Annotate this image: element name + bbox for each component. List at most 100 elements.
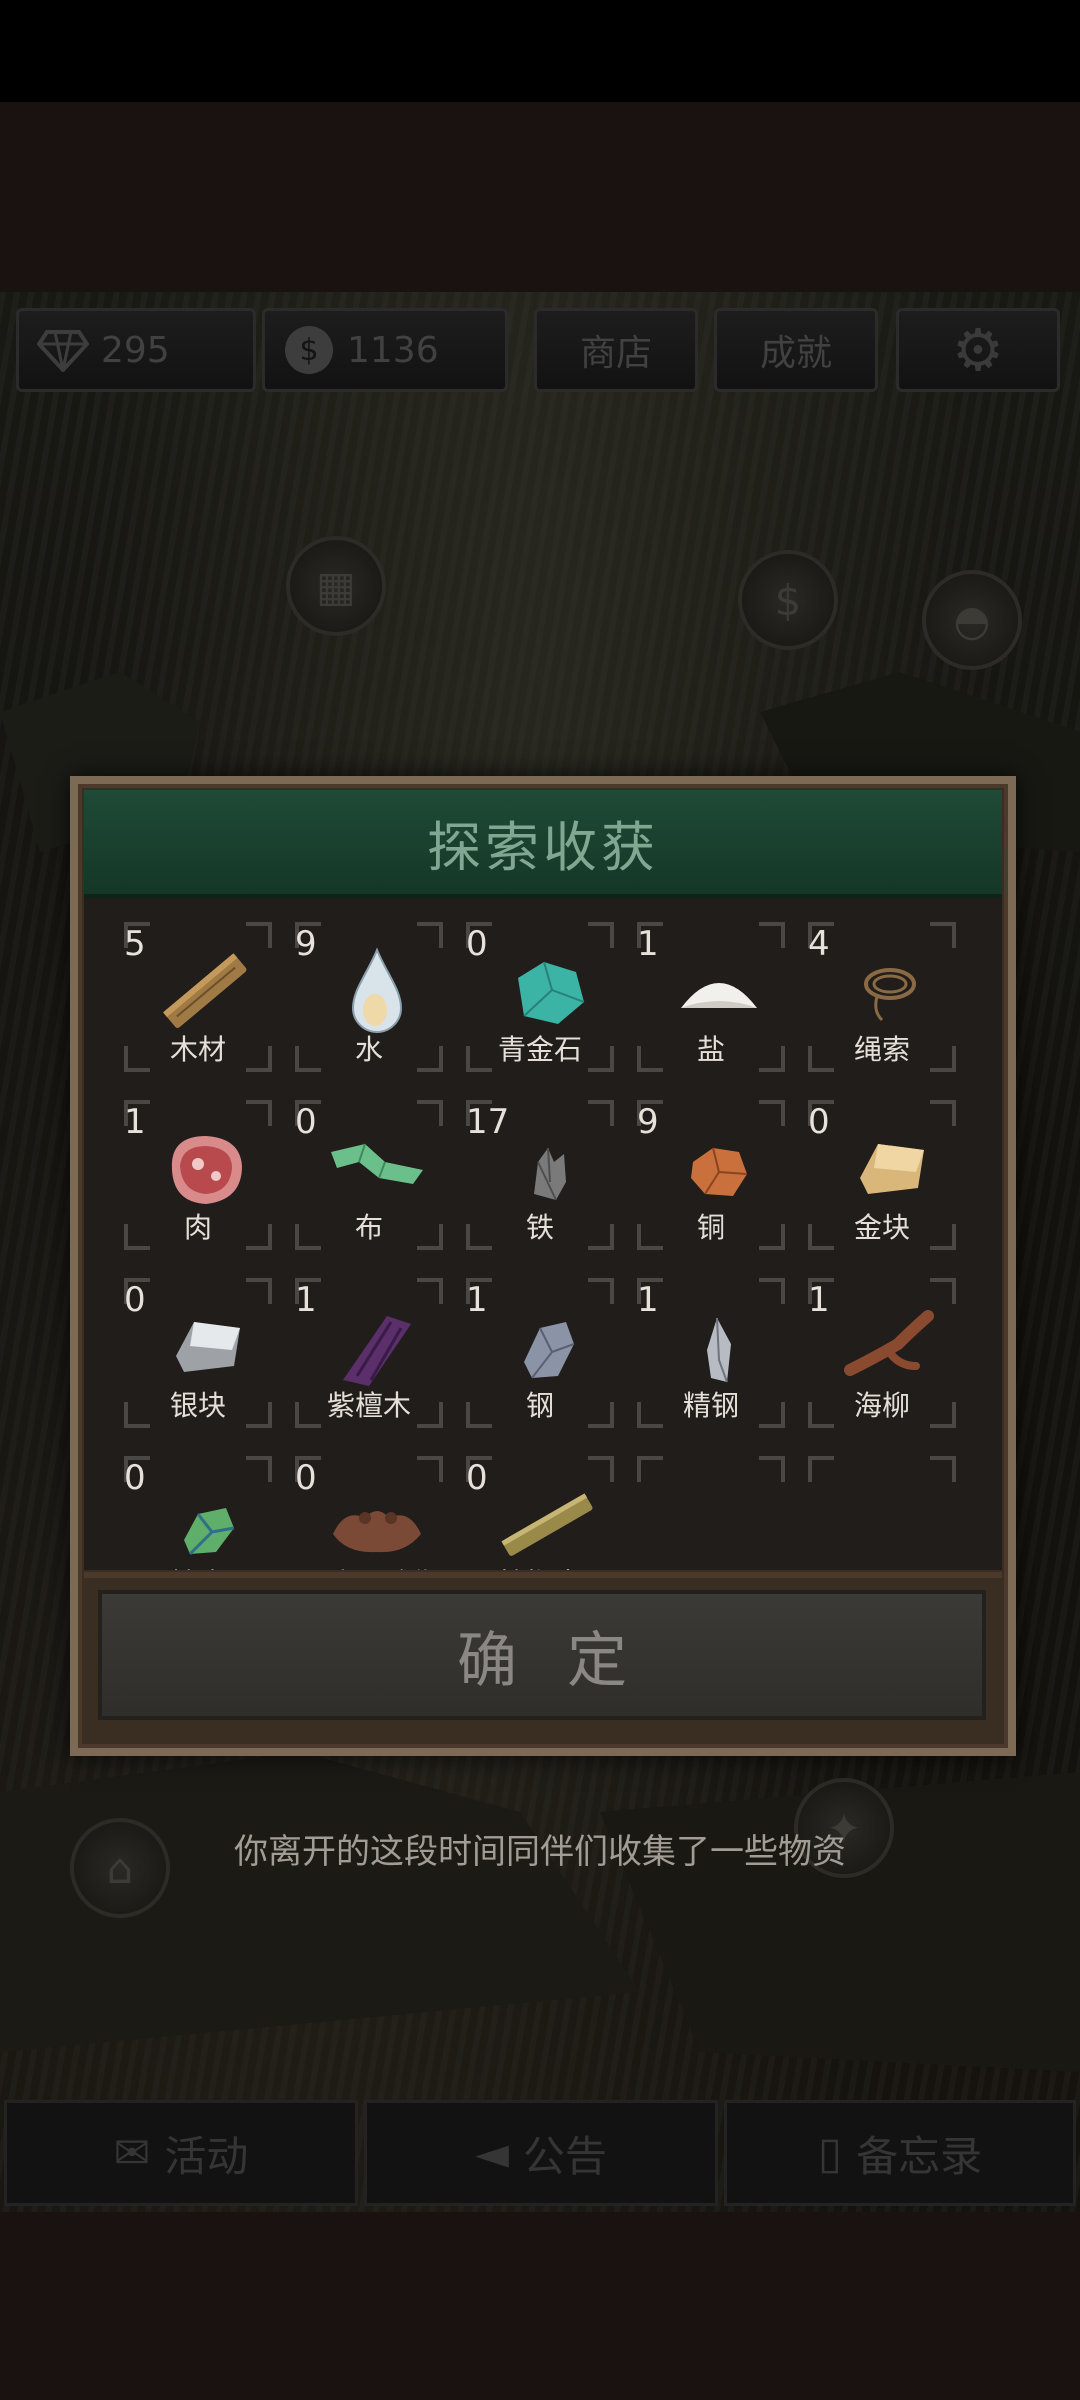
diamond-icon bbox=[33, 320, 93, 380]
rosewood-icon bbox=[343, 1316, 411, 1386]
gold-ingot-icon bbox=[860, 1144, 924, 1194]
achievements-button[interactable]: 成就 bbox=[714, 308, 878, 392]
palm-wood-icon bbox=[501, 1493, 593, 1556]
item-slot[interactable]: 17 铁 bbox=[466, 1100, 614, 1250]
water-drop-icon bbox=[351, 947, 403, 1033]
shop-button[interactable]: 商店 bbox=[534, 308, 698, 392]
item-name: 木材 bbox=[169, 1033, 226, 1066]
item-slot[interactable]: 1 肉 bbox=[124, 1100, 272, 1250]
item-name: 紫檀木 bbox=[326, 1389, 411, 1422]
item-slot[interactable]: 4 绳索 bbox=[808, 922, 956, 1072]
item-slot[interactable]: 1 钢 bbox=[466, 1278, 614, 1428]
item-name: 铁 bbox=[525, 1211, 554, 1244]
item-name: 海柳 bbox=[853, 1389, 910, 1422]
item-slot[interactable]: 0 青金石 bbox=[466, 922, 614, 1072]
diamond-count: 295 bbox=[101, 329, 170, 371]
item-count: 9 bbox=[637, 1102, 659, 1142]
item-count: 0 bbox=[124, 1458, 146, 1498]
copper-ore-icon bbox=[691, 1147, 748, 1196]
backpack-icon: ▦ bbox=[316, 561, 356, 611]
item-count: 5 bbox=[124, 924, 146, 964]
money-bag-icon: $ bbox=[774, 575, 802, 625]
empty-item-slot bbox=[808, 1456, 956, 1570]
item-slot[interactable]: 1 紫檀木 bbox=[295, 1278, 443, 1428]
helmet-button[interactable]: ◓ bbox=[922, 570, 1022, 670]
item-slot[interactable]: 0 双头石雕像 bbox=[295, 1456, 443, 1570]
steel-icon bbox=[524, 1322, 575, 1379]
events-button[interactable]: ✉ 活动 bbox=[4, 2100, 358, 2206]
item-count: 1 bbox=[295, 1280, 317, 1320]
diamond-counter[interactable]: 295 bbox=[16, 308, 256, 392]
notice-button[interactable]: ◄ 公告 bbox=[364, 2100, 718, 2206]
item-name: 绳索 bbox=[853, 1033, 910, 1066]
item-count: 1 bbox=[808, 1280, 830, 1320]
coin-counter[interactable]: $ 1136 bbox=[262, 308, 508, 392]
item-count: 0 bbox=[124, 1280, 146, 1320]
item-slot[interactable]: 0 精金 bbox=[124, 1456, 272, 1570]
sea-willow-icon bbox=[844, 1310, 934, 1376]
item-count: 0 bbox=[295, 1458, 317, 1498]
megaphone-icon: ◄ bbox=[475, 2127, 509, 2179]
dialog-title: 探索收获 bbox=[427, 815, 659, 879]
lapis-stone-icon bbox=[518, 961, 585, 1024]
item-count: 1 bbox=[637, 1280, 659, 1320]
item-slot[interactable]: 0 银块 bbox=[124, 1278, 272, 1428]
achievements-label: 成就 bbox=[759, 333, 832, 374]
gear-icon: ⚙ bbox=[952, 316, 1004, 384]
item-count: 1 bbox=[637, 924, 659, 964]
refined-steel-icon bbox=[707, 1317, 731, 1383]
settings-button[interactable]: ⚙ bbox=[896, 308, 1060, 392]
events-label: 活动 bbox=[164, 2131, 249, 2181]
item-name: 桄榔木 bbox=[446, 1562, 634, 1570]
meat-icon bbox=[171, 1136, 242, 1204]
helmet-icon: ◓ bbox=[953, 595, 991, 645]
iron-ore-icon bbox=[534, 1147, 566, 1201]
fine-gold-gem-icon bbox=[184, 1508, 235, 1556]
confirm-button[interactable]: 确定 bbox=[98, 1590, 986, 1720]
bottom-strip bbox=[0, 2212, 1080, 2400]
item-slot[interactable]: 0 布 bbox=[295, 1100, 443, 1250]
memo-label: 备忘录 bbox=[856, 2131, 983, 2181]
item-slot[interactable]: 5 木材 bbox=[124, 922, 272, 1072]
item-slot[interactable]: 1 精钢 bbox=[637, 1278, 785, 1428]
item-slot[interactable]: 0 金块 bbox=[808, 1100, 956, 1250]
item-name: 双头石雕像 bbox=[275, 1562, 463, 1570]
items-grid[interactable]: 5 木材 9 水 0 青金石 1 盐 4 绳索 1 肉 0 布 17 铁 9 铜… bbox=[84, 898, 1002, 1570]
item-slot[interactable]: 1 海柳 bbox=[808, 1278, 956, 1428]
cloth-icon bbox=[331, 1143, 423, 1184]
rope-icon bbox=[864, 968, 916, 1022]
item-slot[interactable]: 9 水 bbox=[295, 922, 443, 1072]
top-spacer bbox=[0, 102, 1080, 292]
item-slot[interactable]: 9 铜 bbox=[637, 1100, 785, 1250]
item-name: 肉 bbox=[183, 1211, 212, 1244]
item-count: 9 bbox=[295, 924, 317, 964]
item-count: 1 bbox=[124, 1102, 146, 1142]
item-count: 4 bbox=[808, 924, 830, 964]
mail-icon: ✉ bbox=[113, 2127, 151, 2179]
notepad-icon: ▯ bbox=[817, 2127, 843, 2179]
item-count: 0 bbox=[466, 1458, 488, 1498]
shop-label: 商店 bbox=[579, 333, 652, 374]
memo-button[interactable]: ▯ 备忘录 bbox=[724, 2100, 1076, 2206]
status-bar bbox=[0, 0, 1080, 102]
item-count: 0 bbox=[808, 1102, 830, 1142]
item-count: 0 bbox=[466, 924, 488, 964]
item-name: 水 bbox=[354, 1033, 383, 1066]
dialog-divider bbox=[84, 1572, 1002, 1578]
svg-text:$: $ bbox=[299, 333, 318, 368]
item-name: 布 bbox=[354, 1211, 383, 1244]
away-message: 你离开的这段时间同伴们收集了一些物资 bbox=[234, 1832, 846, 1872]
item-slot[interactable]: 0 桄榔木 bbox=[466, 1456, 614, 1570]
notice-label: 公告 bbox=[522, 2131, 607, 2181]
money-bag-button[interactable]: $ bbox=[738, 550, 838, 650]
item-name: 铜 bbox=[696, 1211, 725, 1244]
two-headed-statue-icon bbox=[333, 1511, 421, 1553]
item-name: 精金 bbox=[104, 1562, 292, 1570]
salt-pile-icon bbox=[681, 983, 757, 1008]
item-count: 1 bbox=[466, 1280, 488, 1320]
backpack-button[interactable]: ▦ bbox=[286, 536, 386, 636]
item-name: 金块 bbox=[853, 1211, 910, 1244]
item-slot[interactable]: 1 盐 bbox=[637, 922, 785, 1072]
silver-ingot-icon bbox=[176, 1322, 240, 1372]
item-name: 青金石 bbox=[497, 1033, 582, 1066]
